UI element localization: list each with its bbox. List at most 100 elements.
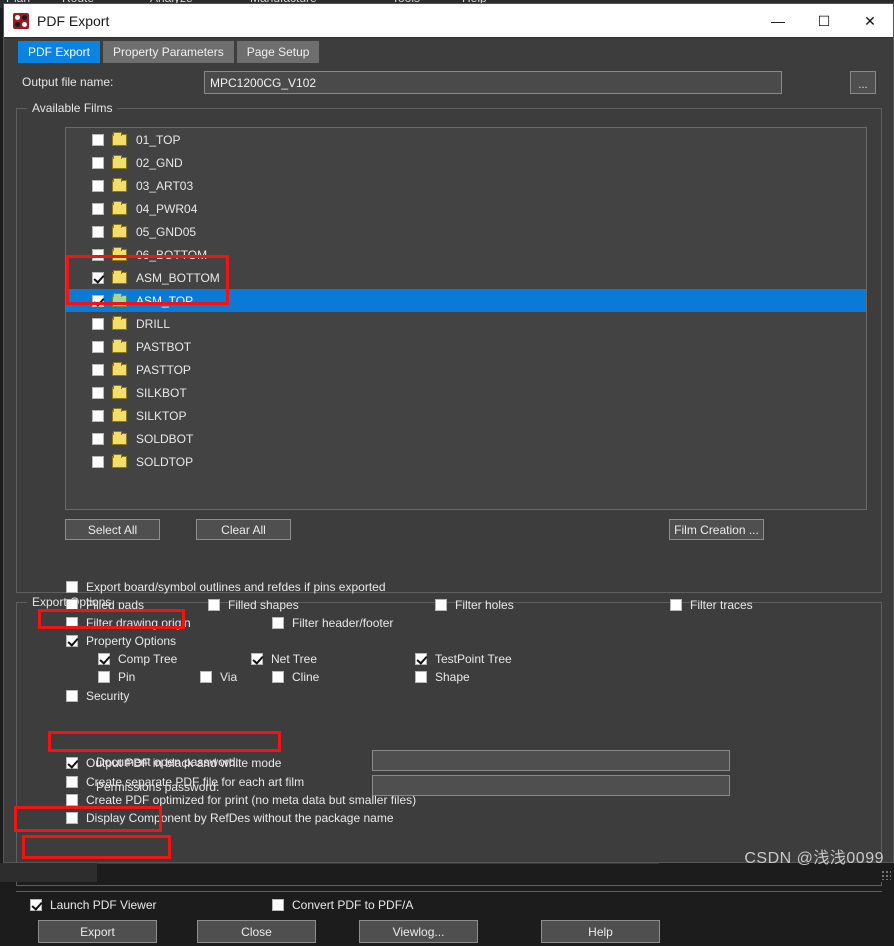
option-label: Filter traces: [690, 598, 753, 612]
option-checkbox[interactable]: Filter drawing origin: [66, 616, 191, 630]
film-row[interactable]: PASTTOP: [66, 358, 866, 381]
film-name-label: 03_ART03: [136, 179, 193, 193]
option-checkbox[interactable]: Shape: [415, 670, 470, 684]
film-name-label: PASTBOT: [136, 340, 191, 354]
checkbox-icon[interactable]: [92, 272, 104, 284]
close-icon[interactable]: ✕: [847, 4, 893, 37]
checkbox-icon: [415, 653, 427, 665]
checkbox-icon[interactable]: [92, 456, 104, 468]
minimize-icon[interactable]: —: [755, 4, 801, 37]
option-checkbox[interactable]: Cline: [272, 670, 319, 684]
option-checkbox[interactable]: Filled pads: [66, 598, 144, 612]
film-creation-button[interactable]: Film Creation ...: [669, 519, 764, 540]
title-bar[interactable]: PDF Export — ☐ ✕: [4, 4, 893, 37]
film-row[interactable]: DRILL: [66, 312, 866, 335]
checkbox-icon: [30, 899, 42, 911]
option-checkbox[interactable]: Export board/symbol outlines and refdes …: [66, 580, 386, 594]
film-row[interactable]: 05_GND05: [66, 220, 866, 243]
option-checkbox[interactable]: Net Tree: [251, 652, 317, 666]
option-label: Property Options: [86, 634, 176, 648]
film-row[interactable]: 03_ART03: [66, 174, 866, 197]
checkbox-icon[interactable]: [92, 387, 104, 399]
tab-property-parameters[interactable]: Property Parameters: [103, 41, 234, 63]
folder-icon: [112, 387, 127, 399]
checkbox-icon: [98, 653, 110, 665]
checkbox-icon[interactable]: [92, 249, 104, 261]
option-label: Filter header/footer: [292, 616, 393, 630]
option-checkbox[interactable]: Security: [66, 689, 129, 703]
option-checkbox[interactable]: Filled shapes: [208, 598, 299, 612]
close-button[interactable]: Close: [197, 920, 316, 943]
film-name-label: 06_BOTTOM: [136, 248, 207, 262]
option-checkbox[interactable]: Filter header/footer: [272, 616, 393, 630]
convert-pdf-a-checkbox[interactable]: Convert PDF to PDF/A: [272, 898, 413, 912]
launch-pdf-viewer-checkbox[interactable]: Launch PDF Viewer: [30, 898, 157, 912]
film-row[interactable]: PASTBOT: [66, 335, 866, 358]
checkbox-icon: [251, 653, 263, 665]
option-label: Shape: [435, 670, 470, 684]
film-row[interactable]: SILKTOP: [66, 404, 866, 427]
viewlog-button[interactable]: Viewlog...: [359, 920, 478, 943]
option-checkbox[interactable]: Filter traces: [670, 598, 753, 612]
dialog-button-row: Export Close Viewlog... Help: [4, 920, 894, 946]
option-checkbox[interactable]: Filter holes: [435, 598, 514, 612]
checkbox-icon[interactable]: [92, 134, 104, 146]
film-name-label: PASTTOP: [136, 363, 191, 377]
option-checkbox[interactable]: Pin: [98, 670, 135, 684]
checkbox-icon: [66, 757, 78, 769]
film-row[interactable]: 04_PWR04: [66, 197, 866, 220]
browse-button[interactable]: ...: [850, 71, 876, 94]
option-checkbox[interactable]: Display Component by RefDes without the …: [66, 811, 394, 825]
film-name-label: ASM_BOTTOM: [136, 271, 220, 285]
checkbox-icon[interactable]: [92, 180, 104, 192]
checkbox-icon[interactable]: [92, 226, 104, 238]
resize-grip[interactable]: [881, 870, 891, 880]
permissions-password-field[interactable]: [372, 775, 730, 796]
checkbox-icon[interactable]: [92, 157, 104, 169]
maximize-icon[interactable]: ☐: [801, 4, 847, 37]
tab-page-setup[interactable]: Page Setup: [237, 41, 320, 63]
option-label: Cline: [292, 670, 319, 684]
checkbox-icon[interactable]: [92, 295, 104, 307]
option-checkbox[interactable]: Property Options: [66, 634, 176, 648]
film-row[interactable]: SOLDTOP: [66, 450, 866, 473]
option-label: Pin: [118, 670, 135, 684]
available-films-group: Available Films 01_TOP02_GND03_ART0304_P…: [16, 108, 882, 593]
film-row[interactable]: SILKBOT: [66, 381, 866, 404]
folder-icon: [112, 226, 127, 238]
film-row[interactable]: 06_BOTTOM: [66, 243, 866, 266]
option-checkbox[interactable]: Create PDF optimized for print (no meta …: [66, 793, 416, 807]
option-checkbox[interactable]: Comp Tree: [98, 652, 177, 666]
film-row[interactable]: ASM_BOTTOM: [66, 266, 866, 289]
option-label: Filled shapes: [228, 598, 299, 612]
checkbox-icon[interactable]: [92, 433, 104, 445]
select-all-button[interactable]: Select All: [65, 519, 160, 540]
clear-all-button[interactable]: Clear All: [196, 519, 291, 540]
checkbox-icon[interactable]: [92, 203, 104, 215]
folder-icon: [112, 295, 127, 307]
permissions-password-label: Permissions password:: [96, 780, 219, 794]
checkbox-icon: [435, 599, 447, 611]
checkbox-icon: [66, 812, 78, 824]
option-label: Create PDF optimized for print (no meta …: [86, 793, 416, 807]
film-row[interactable]: 01_TOP: [66, 128, 866, 151]
pdf-export-dialog: PDF Export — ☐ ✕ PDF Export Property Par…: [3, 3, 894, 863]
checkbox-icon: [66, 776, 78, 788]
option-label: Export board/symbol outlines and refdes …: [86, 580, 386, 594]
film-row[interactable]: ASM_TOP: [66, 289, 866, 312]
help-button[interactable]: Help: [541, 920, 660, 943]
checkbox-icon[interactable]: [92, 410, 104, 422]
option-checkbox[interactable]: Via: [200, 670, 237, 684]
export-button[interactable]: Export: [38, 920, 157, 943]
checkbox-icon[interactable]: [92, 318, 104, 330]
tab-pdf-export[interactable]: PDF Export: [18, 41, 100, 63]
output-file-input[interactable]: [204, 71, 782, 94]
film-row[interactable]: SOLDBOT: [66, 427, 866, 450]
checkbox-icon[interactable]: [92, 364, 104, 376]
document-password-field[interactable]: [372, 750, 730, 771]
checkbox-icon: [272, 617, 284, 629]
checkbox-icon[interactable]: [92, 341, 104, 353]
films-list[interactable]: 01_TOP02_GND 03_ART03 04_PWR0405_GND05 06_B…: [65, 127, 867, 510]
film-row[interactable]: 02_GND: [66, 151, 866, 174]
option-checkbox[interactable]: TestPoint Tree: [415, 652, 512, 666]
